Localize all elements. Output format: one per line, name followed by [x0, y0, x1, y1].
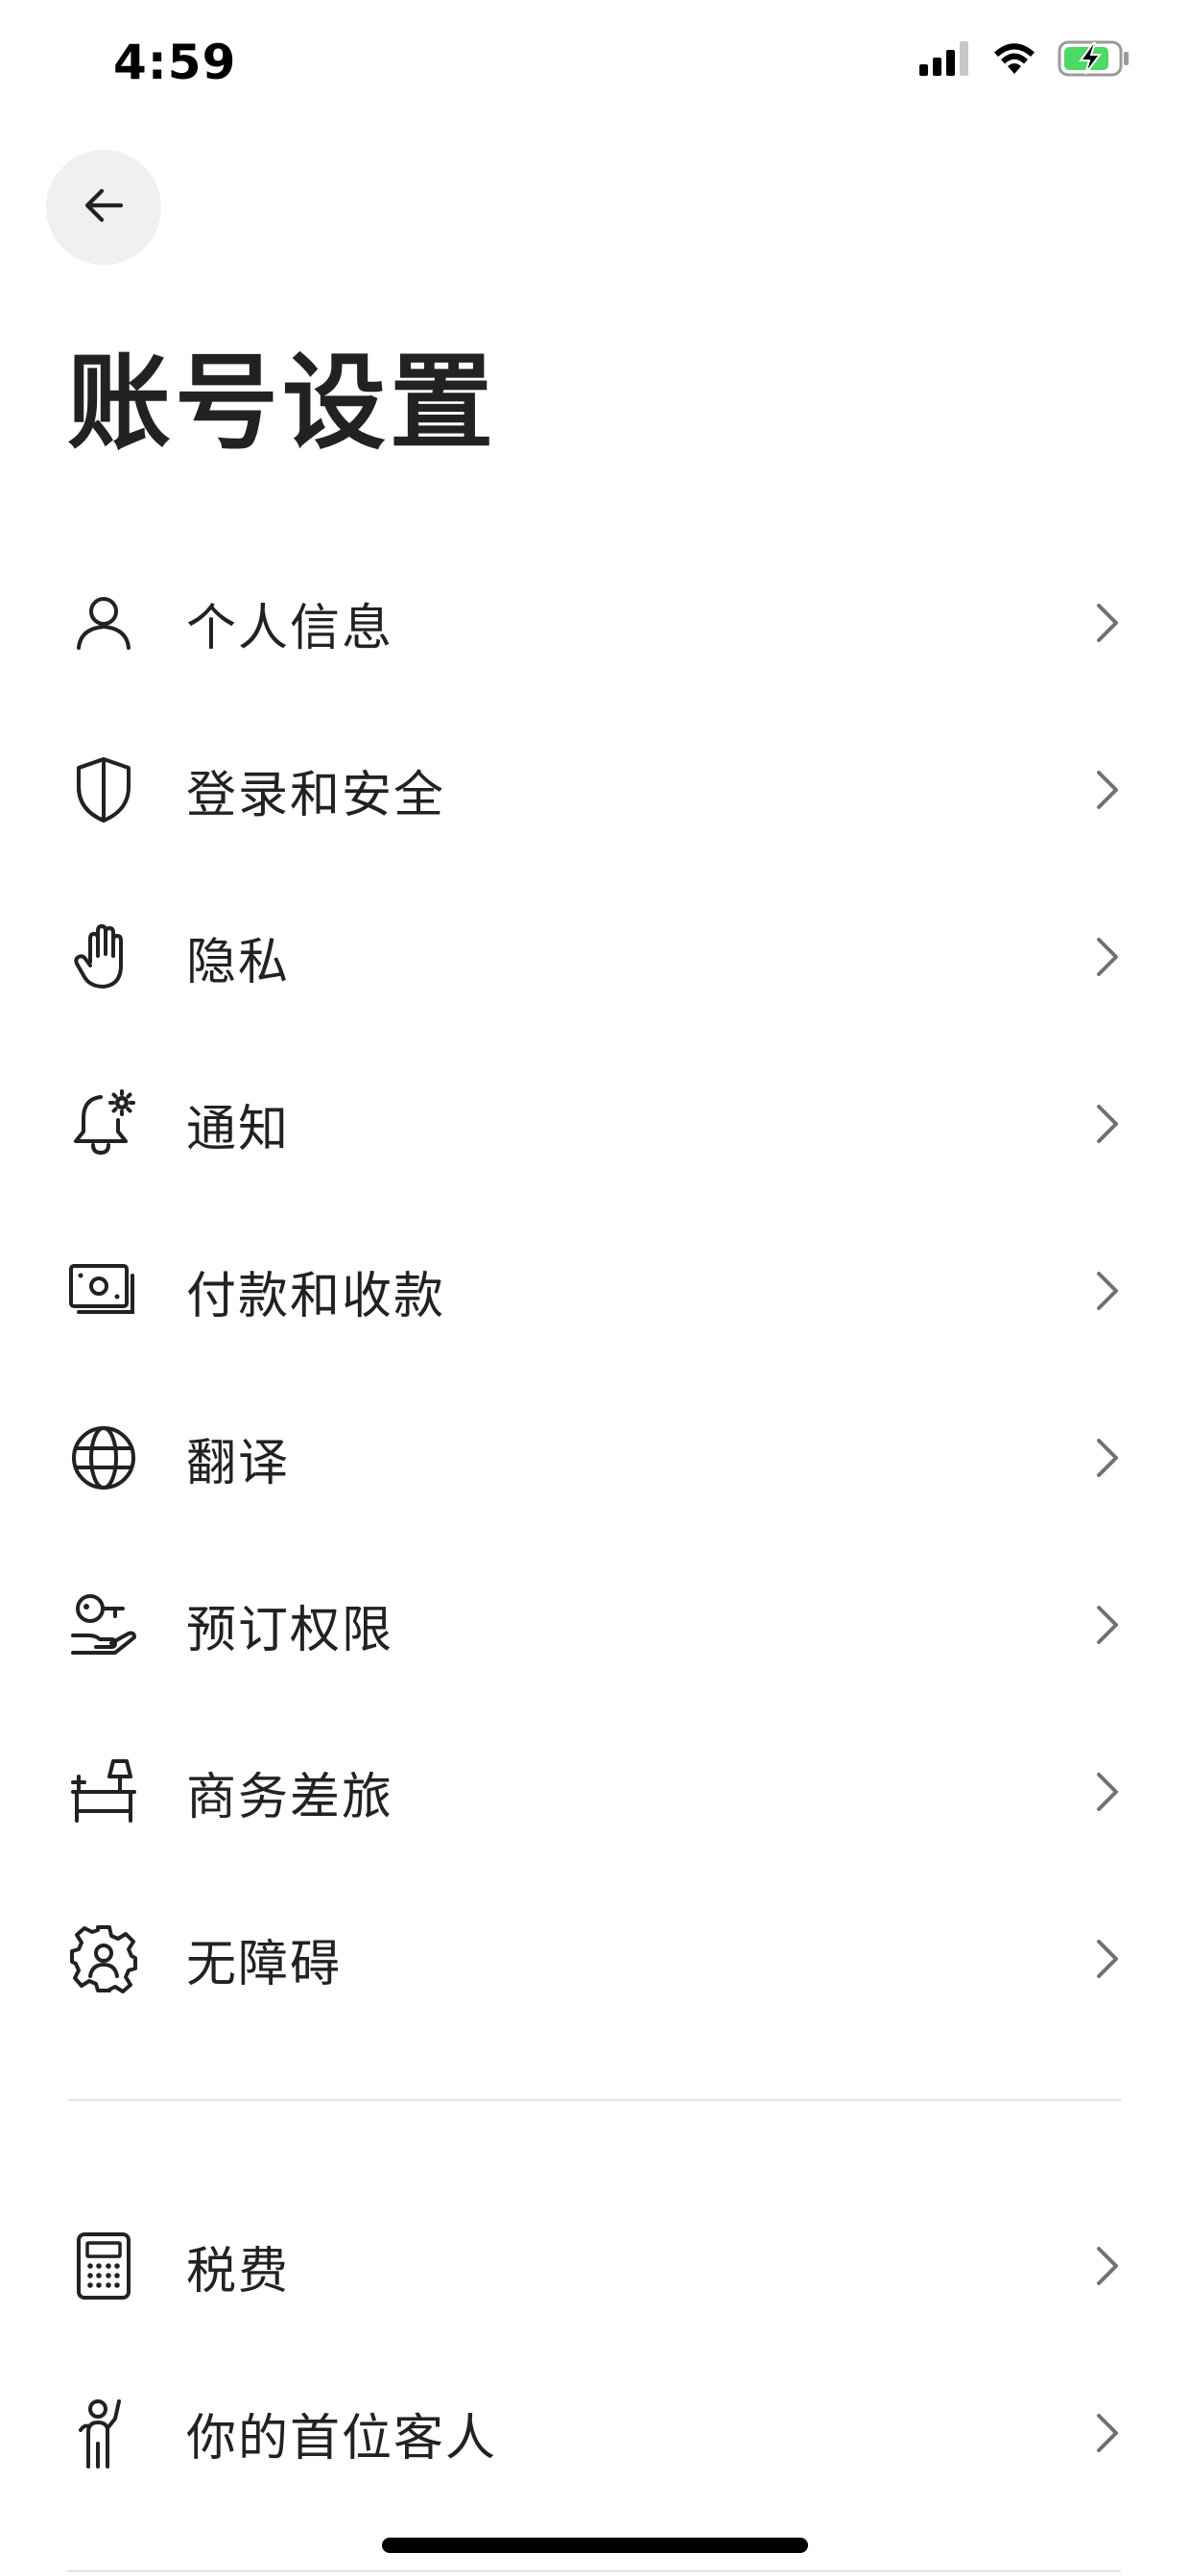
menu-item-accessibility[interactable]: 无障碍 — [67, 1887, 1123, 2031]
chevron-right-icon — [1088, 1262, 1127, 1320]
menu-item-notifications[interactable]: 通知 — [67, 1052, 1123, 1196]
menu-item-taxes[interactable]: 税费 — [67, 2194, 1123, 2338]
chevron-right-icon — [1088, 1763, 1127, 1821]
menu-item-personal-info[interactable]: 个人信息 — [67, 551, 1123, 695]
back-button[interactable] — [46, 150, 161, 265]
menu-item-privacy[interactable]: 隐私 — [67, 885, 1123, 1029]
chevron-right-icon — [1088, 1930, 1127, 1988]
account-settings-screen: 4:59 账号设置 个人信息 登录和安全 隐私 通知 付款和收款 翻译 预订权限… — [0, 0, 1190, 2576]
menu-item-label: 无障碍 — [186, 1935, 343, 1993]
menu-item-translation[interactable]: 翻译 — [67, 1386, 1123, 1530]
chevron-right-icon — [1088, 928, 1127, 986]
chevron-right-icon — [1088, 1596, 1127, 1654]
chevron-right-icon — [1088, 1095, 1127, 1153]
chevron-right-icon — [1088, 1429, 1127, 1487]
chevron-right-icon — [1088, 2404, 1127, 2462]
gear-person-icon — [67, 1922, 140, 1995]
menu-item-label: 隐私 — [186, 933, 291, 991]
waving-person-icon — [67, 2397, 140, 2469]
menu-item-label: 税费 — [186, 2242, 291, 2301]
status-time: 4:59 — [113, 35, 237, 90]
hand-icon — [67, 920, 140, 993]
battery-charging-icon — [1058, 40, 1130, 81]
divider — [67, 2570, 1121, 2572]
menu-item-business-travel[interactable]: 商务差旅 — [67, 1720, 1123, 1864]
menu-item-payments[interactable]: 付款和收款 — [67, 1219, 1123, 1363]
menu-item-first-guest[interactable]: 你的首位客人 — [67, 2361, 1123, 2505]
home-indicator[interactable] — [382, 2538, 808, 2553]
shield-icon — [67, 753, 140, 826]
menu-item-label: 商务差旅 — [186, 1768, 394, 1826]
menu-item-label: 翻译 — [186, 1434, 291, 1492]
bell-gear-icon — [67, 1087, 140, 1160]
person-icon — [67, 586, 140, 659]
calculator-icon — [67, 2230, 140, 2302]
desk-icon — [67, 1755, 140, 1828]
chevron-right-icon — [1088, 2237, 1127, 2295]
status-icons — [919, 40, 1130, 81]
cash-icon — [67, 1254, 140, 1327]
wifi-icon — [992, 41, 1036, 80]
arrow-left-icon — [81, 182, 127, 232]
globe-icon — [67, 1421, 140, 1494]
menu-item-label: 付款和收款 — [186, 1267, 446, 1325]
menu-item-label: 你的首位客人 — [186, 2409, 498, 2468]
page-title: 账号设置 — [67, 344, 498, 464]
chevron-right-icon — [1088, 594, 1127, 652]
divider — [67, 2099, 1121, 2101]
chevron-right-icon — [1088, 761, 1127, 819]
status-bar: 4:59 — [0, 0, 1190, 134]
menu-item-label: 登录和安全 — [186, 766, 446, 824]
menu-item-booking-permissions[interactable]: 预订权限 — [67, 1553, 1123, 1697]
menu-item-label: 个人信息 — [186, 599, 394, 657]
menu-item-label: 预订权限 — [186, 1601, 394, 1659]
menu-item-login-security[interactable]: 登录和安全 — [67, 718, 1123, 862]
key-hand-icon — [67, 1588, 140, 1661]
signal-icon — [919, 41, 971, 80]
menu-item-label: 通知 — [186, 1100, 291, 1158]
